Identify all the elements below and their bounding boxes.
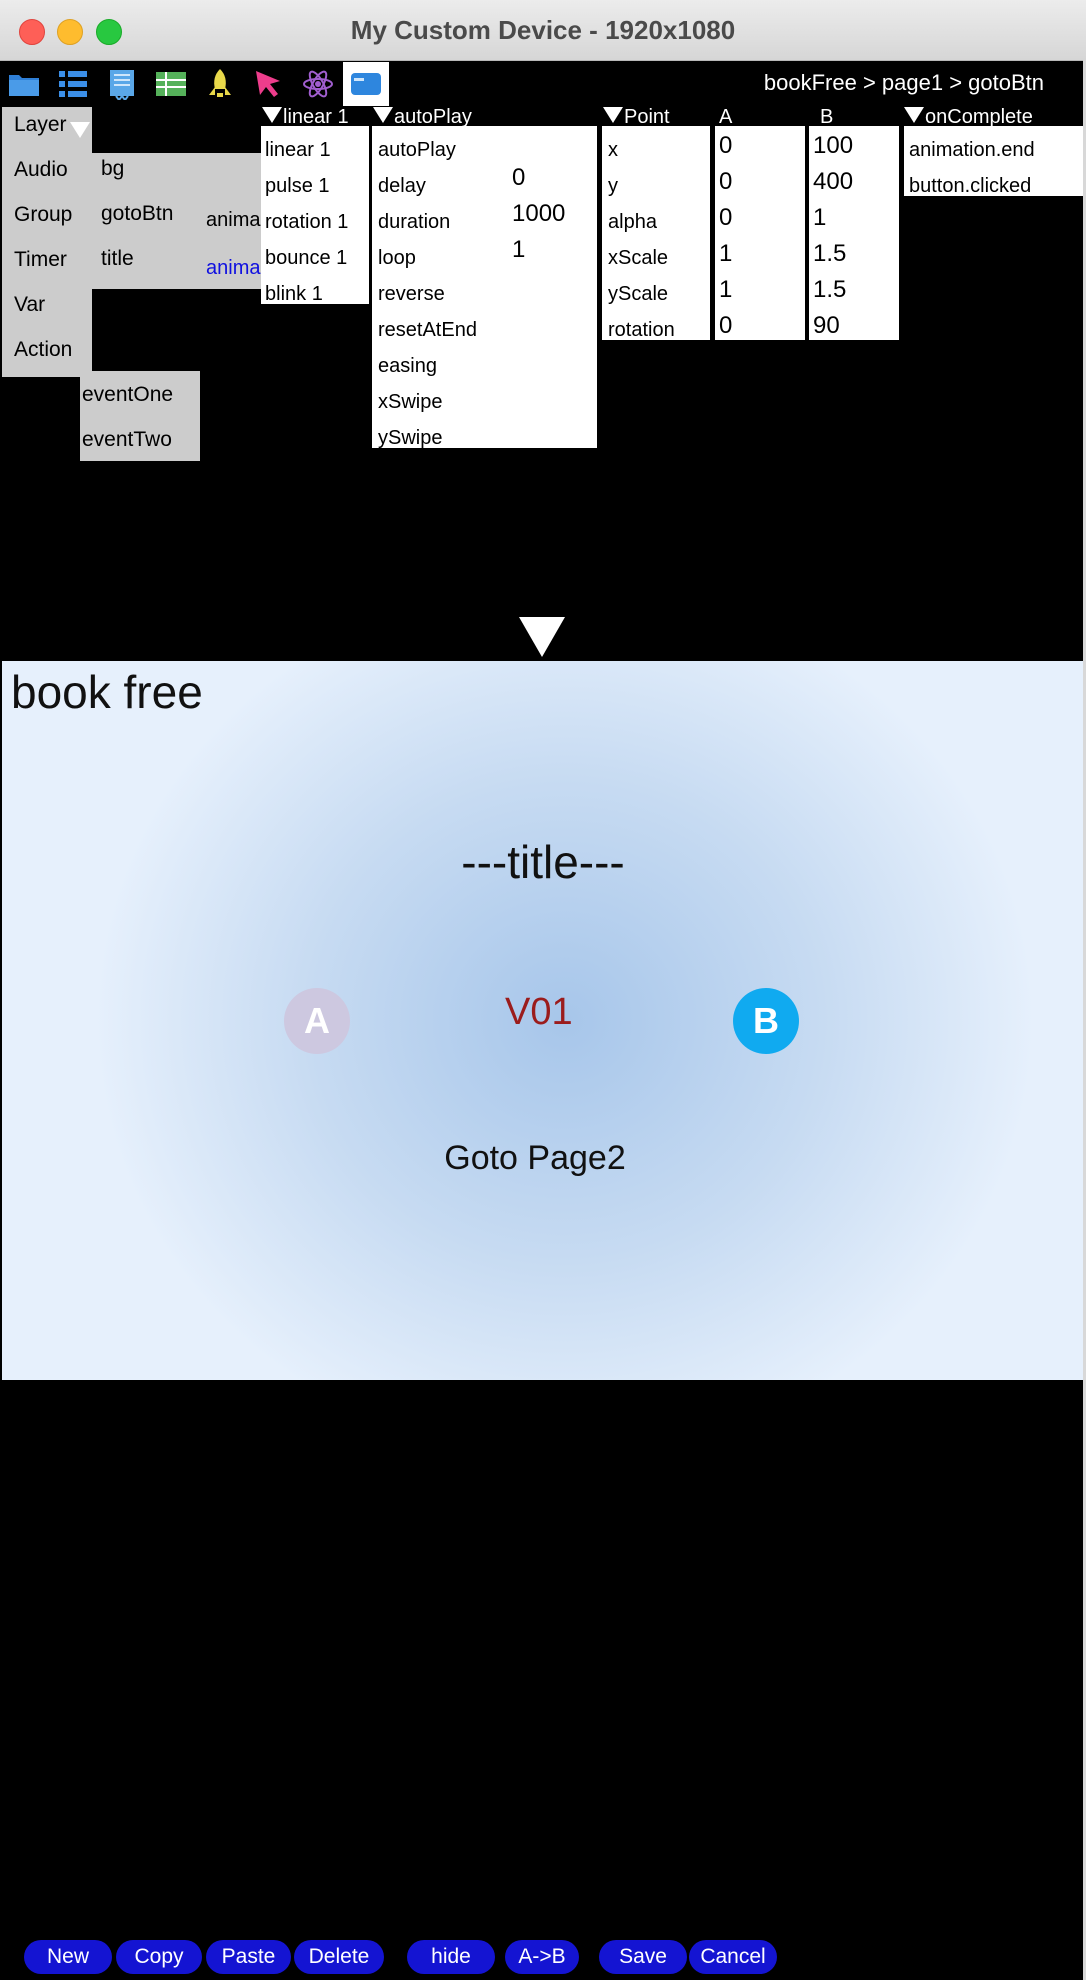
point-keys-panel: x y alpha xScale yScale rotation [602,126,710,342]
point-b-button[interactable]: B [733,988,799,1054]
point-b-value[interactable]: 400 [813,168,853,196]
point-b-column: 100 400 1 1.5 1.5 90 [809,126,899,340]
point-dropdown-arrow-icon[interactable] [603,107,623,123]
pointer-icon[interactable] [250,65,288,103]
prop-value-duration[interactable]: 1000 [512,200,565,228]
delete-button[interactable]: Delete [294,1940,384,1974]
event-item-one[interactable]: eventOne [82,383,173,407]
point-a-column: 0 0 0 1 1 0 [715,126,805,340]
point-a-value[interactable]: 0 [719,132,732,160]
event-animation-end[interactable]: animation.end [909,139,1035,162]
properties-panel: autoPlay delay duration loop reverse res… [372,126,597,450]
prop-key-xswipe[interactable]: xSwipe [378,391,442,414]
animation-item[interactable]: pulse 1 [265,175,330,198]
menu-item-var[interactable]: Var [14,293,45,317]
point-key-rotation[interactable]: rotation [608,319,675,342]
action-submenu: eventOne eventTwo [80,371,200,461]
window-title: My Custom Device - 1920x1080 [350,15,736,45]
point-b-value[interactable]: 100 [813,132,853,160]
rocket-icon[interactable] [201,65,239,103]
prop-key-autoplay[interactable]: autoPlay [378,139,456,162]
point-key-y[interactable]: y [608,175,618,198]
layer-item-title[interactable]: title [101,247,134,271]
panel-collapse-arrow-icon[interactable] [519,617,565,657]
menu-item-group[interactable]: Group [14,203,72,227]
list-icon[interactable] [54,65,92,103]
prop-key-loop[interactable]: loop [378,247,416,270]
point-b-value[interactable]: 1.5 [813,276,846,304]
title-object[interactable]: ---title--- [2,835,1084,889]
event-item-two[interactable]: eventTwo [82,428,172,452]
bottom-toolbar: New Copy Paste Delete hide A->B Save Can… [0,1938,1086,1980]
point-key-xscale[interactable]: xScale [608,247,668,270]
prop-key-yswipe[interactable]: ySwipe [378,427,442,450]
save-button[interactable]: Save [599,1940,687,1974]
animation-link[interactable]: anima [206,257,260,280]
side-menu: Layer Audio Group Timer Var Action [2,107,92,377]
props-dropdown-arrow-icon[interactable] [373,107,393,123]
point-b-value[interactable]: 1 [813,204,826,232]
app-window: My Custom Device - 1920x1080 bookFree > … [0,0,1086,1980]
animation-list: linear 1 pulse 1 rotation 1 bounce 1 bli… [261,126,369,306]
events-list: animation.end button.clicked [904,126,1083,198]
menu-item-action[interactable]: Action [14,338,72,362]
atom-icon[interactable] [299,65,337,103]
goto-page2-button[interactable]: Goto Page2 [2,1139,1068,1178]
cancel-button[interactable]: Cancel [689,1940,777,1974]
a-to-b-button[interactable]: A->B [505,1940,579,1974]
layer-item-bg[interactable]: bg [101,157,124,181]
preview-canvas: book free ---title--- A V01 B Goto Page2 [2,661,1084,1380]
menu-item-timer[interactable]: Timer [14,248,67,272]
point-a-value[interactable]: 1 [719,240,732,268]
book-icon[interactable] [103,65,141,103]
hide-button[interactable]: hide [407,1940,495,1974]
layer-submenu: bg gotoBtn title anima anima [92,153,262,289]
screen-icon[interactable] [343,62,389,106]
point-key-yscale[interactable]: yScale [608,283,668,306]
point-key-x[interactable]: x [608,139,618,162]
menu-item-audio[interactable]: Audio [14,158,68,182]
prop-key-reverse[interactable]: reverse [378,283,445,306]
toolbar [0,60,392,108]
point-key-alpha[interactable]: alpha [608,211,657,234]
layer-item-gotobtn[interactable]: gotoBtn [101,202,173,226]
point-a-value[interactable]: 0 [719,204,732,232]
animation-item[interactable]: rotation 1 [265,211,348,234]
layer-dropdown-arrow-icon[interactable] [70,122,90,138]
menu-item-layer[interactable]: Layer [14,113,67,137]
animation-item[interactable]: linear 1 [265,139,331,162]
new-button[interactable]: New [24,1940,112,1974]
prop-value-loop[interactable]: 1 [512,236,525,264]
prop-key-duration[interactable]: duration [378,211,450,234]
prop-key-easing[interactable]: easing [378,355,437,378]
title-bar: My Custom Device - 1920x1080 [0,0,1086,61]
point-b-value[interactable]: 90 [813,312,840,340]
point-a-button[interactable]: A [284,988,350,1054]
animation-item[interactable]: blink 1 [265,283,323,306]
animation-dropdown-arrow-icon[interactable] [262,107,282,123]
prop-value-delay[interactable]: 0 [512,164,525,192]
paste-button[interactable]: Paste [206,1940,291,1974]
folder-icon[interactable] [5,65,43,103]
point-b-value[interactable]: 1.5 [813,240,846,268]
point-a-value[interactable]: 1 [719,276,732,304]
breadcrumb: bookFree > page1 > gotoBtn [763,70,1044,95]
point-a-value[interactable]: 0 [719,168,732,196]
prop-key-resetatend[interactable]: resetAtEnd [378,319,477,342]
events-dropdown-arrow-icon[interactable] [904,107,924,123]
prop-key-delay[interactable]: delay [378,175,426,198]
version-label: V01 [505,991,573,1033]
point-a-value[interactable]: 0 [719,312,732,340]
event-button-clicked[interactable]: button.clicked [909,175,1031,198]
table-icon[interactable] [152,65,190,103]
animation-label: anima [206,209,261,231]
animation-item[interactable]: bounce 1 [265,247,347,270]
book-title: book free [11,666,203,718]
copy-button[interactable]: Copy [116,1940,202,1974]
